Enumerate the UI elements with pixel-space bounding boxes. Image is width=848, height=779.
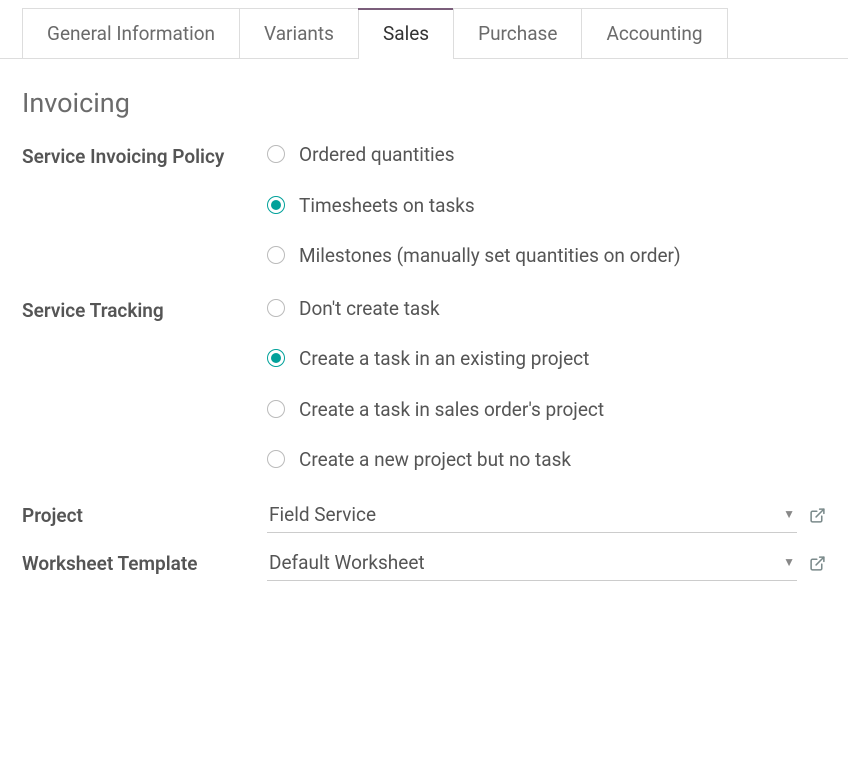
radio-label: Ordered quantities <box>299 141 455 170</box>
sales-tab-content: Invoicing Service Invoicing Policy Order… <box>0 59 848 605</box>
radio-label: Create a task in sales order's project <box>299 396 604 425</box>
field-service-tracking: Service Tracking Don't create task Creat… <box>22 295 826 481</box>
radio-icon <box>267 145 285 163</box>
select-project[interactable]: Field Service ▼ <box>267 499 797 533</box>
section-title-invoicing: Invoicing <box>22 87 826 119</box>
select-worksheet-value: Default Worksheet <box>269 551 425 574</box>
radio-timesheets-on-tasks[interactable]: Timesheets on tasks <box>267 192 826 221</box>
radio-icon <box>267 349 285 367</box>
external-link-icon[interactable] <box>809 555 826 572</box>
field-service-invoicing-policy: Service Invoicing Policy Ordered quantit… <box>22 141 826 277</box>
label-service-tracking: Service Tracking <box>22 295 267 325</box>
radio-label: Milestones (manually set quantities on o… <box>299 242 681 271</box>
radio-icon <box>267 400 285 418</box>
select-wrap-worksheet: Default Worksheet ▼ <box>267 547 826 581</box>
radio-task-existing-project[interactable]: Create a task in an existing project <box>267 345 826 374</box>
tab-variants[interactable]: Variants <box>239 8 359 58</box>
label-project: Project <box>22 502 267 530</box>
select-wrap-project: Field Service ▼ <box>267 499 826 533</box>
field-worksheet-template: Worksheet Template Default Worksheet ▼ <box>22 547 826 581</box>
caret-down-icon: ▼ <box>783 555 795 569</box>
radio-task-sales-order-project[interactable]: Create a task in sales order's project <box>267 396 826 425</box>
radio-label: Timesheets on tasks <box>299 192 475 221</box>
radio-group-tracking: Don't create task Create a task in an ex… <box>267 295 826 481</box>
radio-label: Create a new project but no task <box>299 446 571 475</box>
label-service-invoicing-policy: Service Invoicing Policy <box>22 141 267 171</box>
radio-group-policy: Ordered quantities Timesheets on tasks M… <box>267 141 826 277</box>
field-project: Project Field Service ▼ <box>22 499 826 533</box>
radio-ordered-quantities[interactable]: Ordered quantities <box>267 141 826 170</box>
radio-icon <box>267 246 285 264</box>
select-worksheet-template[interactable]: Default Worksheet ▼ <box>267 547 797 581</box>
label-worksheet-template: Worksheet Template <box>22 550 267 578</box>
select-project-value: Field Service <box>269 503 376 526</box>
radio-milestones[interactable]: Milestones (manually set quantities on o… <box>267 242 826 271</box>
radio-icon <box>267 196 285 214</box>
tab-bar: General Information Variants Sales Purch… <box>0 0 848 59</box>
radio-label: Don't create task <box>299 295 440 324</box>
radio-label: Create a task in an existing project <box>299 345 589 374</box>
tab-sales[interactable]: Sales <box>358 8 454 58</box>
radio-dont-create-task[interactable]: Don't create task <box>267 295 826 324</box>
external-link-icon[interactable] <box>809 507 826 524</box>
caret-down-icon: ▼ <box>783 507 795 521</box>
tab-general-information[interactable]: General Information <box>22 8 240 58</box>
radio-icon <box>267 299 285 317</box>
tab-accounting[interactable]: Accounting <box>581 8 727 58</box>
tab-purchase[interactable]: Purchase <box>453 8 582 58</box>
radio-icon <box>267 450 285 468</box>
radio-new-project-no-task[interactable]: Create a new project but no task <box>267 446 826 475</box>
